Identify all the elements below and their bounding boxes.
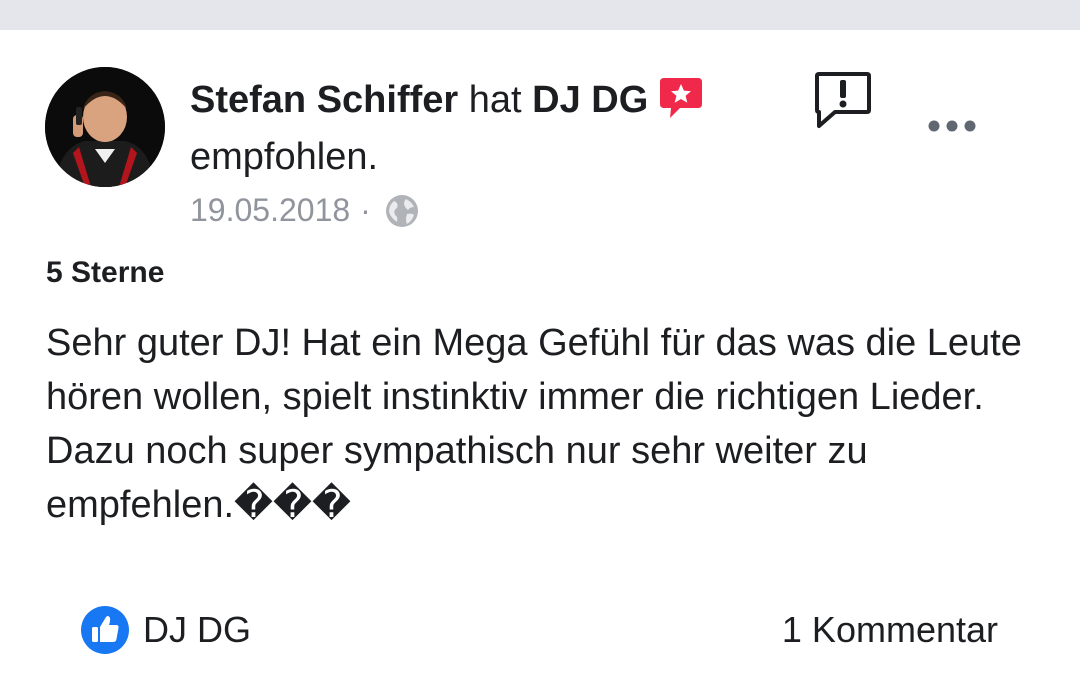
- public-globe-icon[interactable]: [385, 194, 419, 228]
- comment-count-link[interactable]: 1 Kommentar: [782, 606, 998, 654]
- report-button[interactable]: [813, 70, 873, 130]
- post-header: Stefan Schiffer hat DJ DG: [190, 74, 704, 126]
- page-name[interactable]: DJ DG: [532, 79, 648, 121]
- author-name[interactable]: Stefan Schiffer: [190, 79, 458, 121]
- meta-separator: ·: [360, 192, 371, 228]
- header-action: empfohlen.: [190, 136, 379, 178]
- recommendation-star-bubble-icon: [658, 76, 704, 124]
- post-date[interactable]: 19.05.2018: [190, 192, 350, 228]
- more-options-button[interactable]: [922, 110, 982, 142]
- author-avatar[interactable]: [45, 67, 165, 187]
- report-exclamation-bubble-icon: [815, 72, 871, 128]
- header-verb: hat: [468, 79, 522, 121]
- review-text: Sehr guter DJ! Hat ein Mega Gefühl für d…: [46, 322, 1022, 526]
- like-thumb-icon: [81, 606, 129, 654]
- post-meta: 19.05.2018 ·: [190, 188, 419, 232]
- more-options-dots-icon: [928, 120, 976, 132]
- top-divider-bar: [0, 0, 1080, 30]
- rating-label: 5 Sterne: [46, 256, 165, 289]
- like-page-name[interactable]: DJ DG: [143, 606, 251, 654]
